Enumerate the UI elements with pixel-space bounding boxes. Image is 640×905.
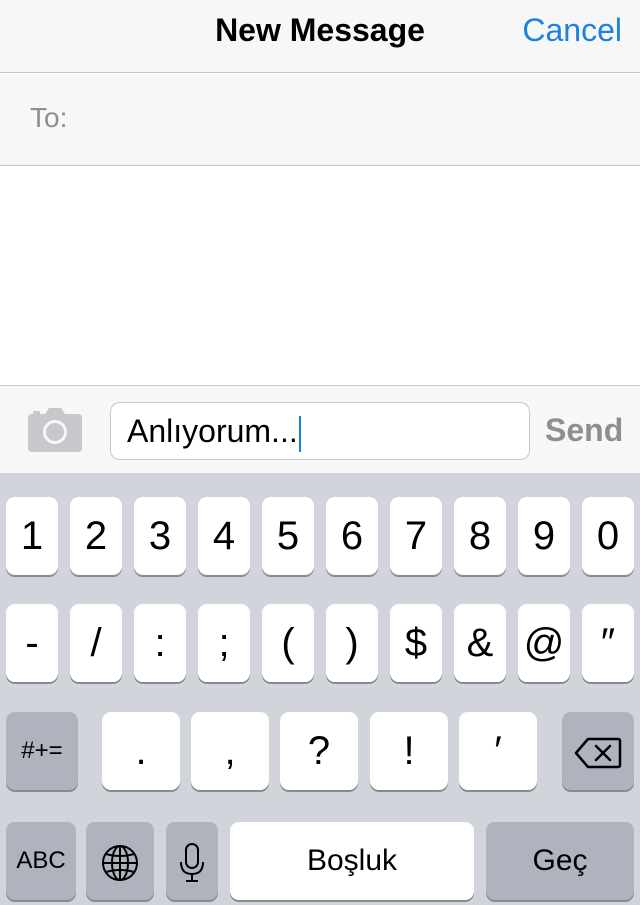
backspace-icon (574, 729, 622, 773)
key-open-paren[interactable]: ( (262, 604, 314, 682)
key-1[interactable]: 1 (6, 497, 58, 575)
key-period[interactable]: . (102, 712, 180, 790)
microphone-icon (178, 839, 206, 883)
key-7[interactable]: 7 (390, 497, 442, 575)
key-semicolon[interactable]: ; (198, 604, 250, 682)
recipient-field[interactable]: To: (0, 74, 640, 166)
backspace-key[interactable] (562, 712, 634, 790)
key-3[interactable]: 3 (134, 497, 186, 575)
space-key[interactable]: Boşluk (230, 822, 474, 900)
message-input[interactable]: Anlıyorum... (110, 402, 530, 460)
key-6[interactable]: 6 (326, 497, 378, 575)
key-comma[interactable]: , (191, 712, 269, 790)
abc-key[interactable]: ABC (6, 822, 76, 900)
globe-icon (100, 839, 140, 883)
send-button[interactable]: Send (545, 386, 623, 474)
key-8[interactable]: 8 (454, 497, 506, 575)
message-thread-area (0, 167, 640, 385)
text-caret (298, 415, 301, 452)
camera-icon[interactable] (28, 408, 82, 452)
key-apostrophe[interactable]: ′ (459, 712, 537, 790)
key-5[interactable]: 5 (262, 497, 314, 575)
key-ampersand[interactable]: & (454, 604, 506, 682)
keyboard: 1 2 3 4 5 6 7 8 9 0 - / : ; ( ) $ & @ ″ … (0, 473, 640, 905)
composer-bar: Anlıyorum... Send (0, 385, 640, 473)
key-double-quote[interactable]: ″ (582, 604, 634, 682)
key-dollar[interactable]: $ (390, 604, 442, 682)
more-symbols-key[interactable]: #+= (6, 712, 78, 790)
key-4[interactable]: 4 (198, 497, 250, 575)
key-at[interactable]: @ (518, 604, 570, 682)
key-colon[interactable]: : (134, 604, 186, 682)
key-exclamation[interactable]: ! (370, 712, 448, 790)
dictation-key[interactable] (166, 822, 218, 900)
recipient-label: To: (30, 102, 68, 133)
key-2[interactable]: 2 (70, 497, 122, 575)
message-input-text: Anlıyorum... (127, 413, 298, 449)
key-hyphen[interactable]: - (6, 604, 58, 682)
key-close-paren[interactable]: ) (326, 604, 378, 682)
globe-key[interactable] (86, 822, 154, 900)
key-9[interactable]: 9 (518, 497, 570, 575)
key-0[interactable]: 0 (582, 497, 634, 575)
navigation-bar: New Message Cancel (0, 0, 640, 73)
cancel-button[interactable]: Cancel (522, 0, 622, 60)
return-key[interactable]: Geç (486, 822, 634, 900)
key-question[interactable]: ? (280, 712, 358, 790)
key-slash[interactable]: / (70, 604, 122, 682)
